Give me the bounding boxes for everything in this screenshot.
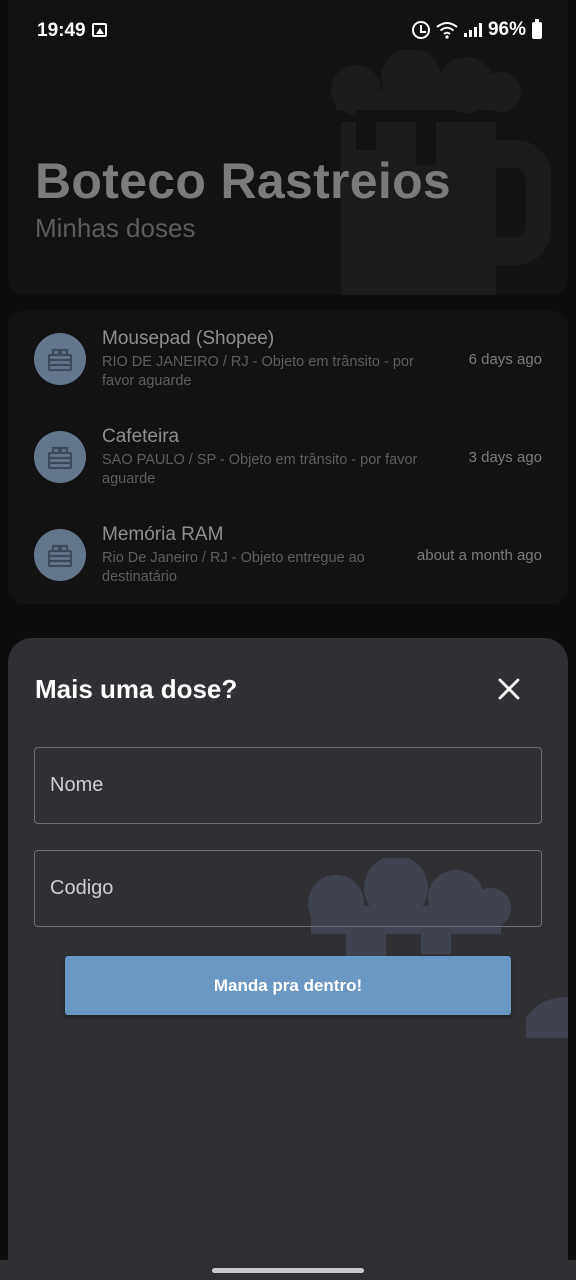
package-name: Memória RAM <box>102 524 224 545</box>
app-screen: Boteco Rastreios Minhas doses 19:49 96% <box>0 0 576 1280</box>
package-time: 6 days ago <box>468 351 542 368</box>
status-bar: 19:49 96% <box>0 0 576 62</box>
page-title: Boteco Rastreios <box>35 153 452 209</box>
page-subtitle: Minhas doses <box>35 213 196 243</box>
code-input[interactable] <box>35 851 541 926</box>
package-time: about a month ago <box>416 547 542 564</box>
package-time: 3 days ago <box>468 449 542 466</box>
submit-button[interactable]: Manda pra dentro! <box>65 956 511 1015</box>
list-item[interactable]: Mousepad (Shopee) RIO DE JANEIRO / RJ - … <box>8 311 568 409</box>
alarm-icon <box>411 21 430 39</box>
home-gesture-handle[interactable] <box>212 1268 364 1273</box>
battery-icon <box>532 18 542 39</box>
navigation-bar <box>0 1260 576 1280</box>
sheet-title: Mais uma dose? <box>35 674 238 704</box>
wifi-icon <box>436 22 458 39</box>
package-name: Cafeteira <box>102 426 180 447</box>
package-status: RIO DE JANEIRO / RJ - Objeto em trânsito… <box>102 354 414 389</box>
name-input[interactable] <box>35 748 541 823</box>
status-icons: 96% <box>411 18 542 41</box>
package-status: SAO PAULO / SP - Objeto em trânsito - po… <box>102 452 418 487</box>
status-time: 19:49 <box>37 20 86 41</box>
package-list: Mousepad (Shopee) RIO DE JANEIRO / RJ - … <box>8 311 568 604</box>
close-icon[interactable] <box>494 674 524 704</box>
battery-percent: 96% <box>487 19 526 40</box>
package-icon <box>34 431 86 483</box>
list-item[interactable]: Cafeteira SAO PAULO / SP - Objeto em trâ… <box>8 409 568 507</box>
gallery-icon <box>92 23 107 37</box>
package-name: Mousepad (Shopee) <box>102 328 275 349</box>
package-icon <box>34 333 86 385</box>
name-field <box>34 747 542 824</box>
code-field <box>34 850 542 927</box>
signal-icon <box>463 23 482 37</box>
add-package-sheet: Mais uma dose? Manda pra dentro! <box>8 638 568 1280</box>
package-icon <box>34 529 86 581</box>
list-item[interactable]: Memória RAM Rio De Janeiro / RJ - Objeto… <box>8 507 568 605</box>
package-status: Rio De Janeiro / RJ - Objeto entregue ao… <box>102 550 365 585</box>
